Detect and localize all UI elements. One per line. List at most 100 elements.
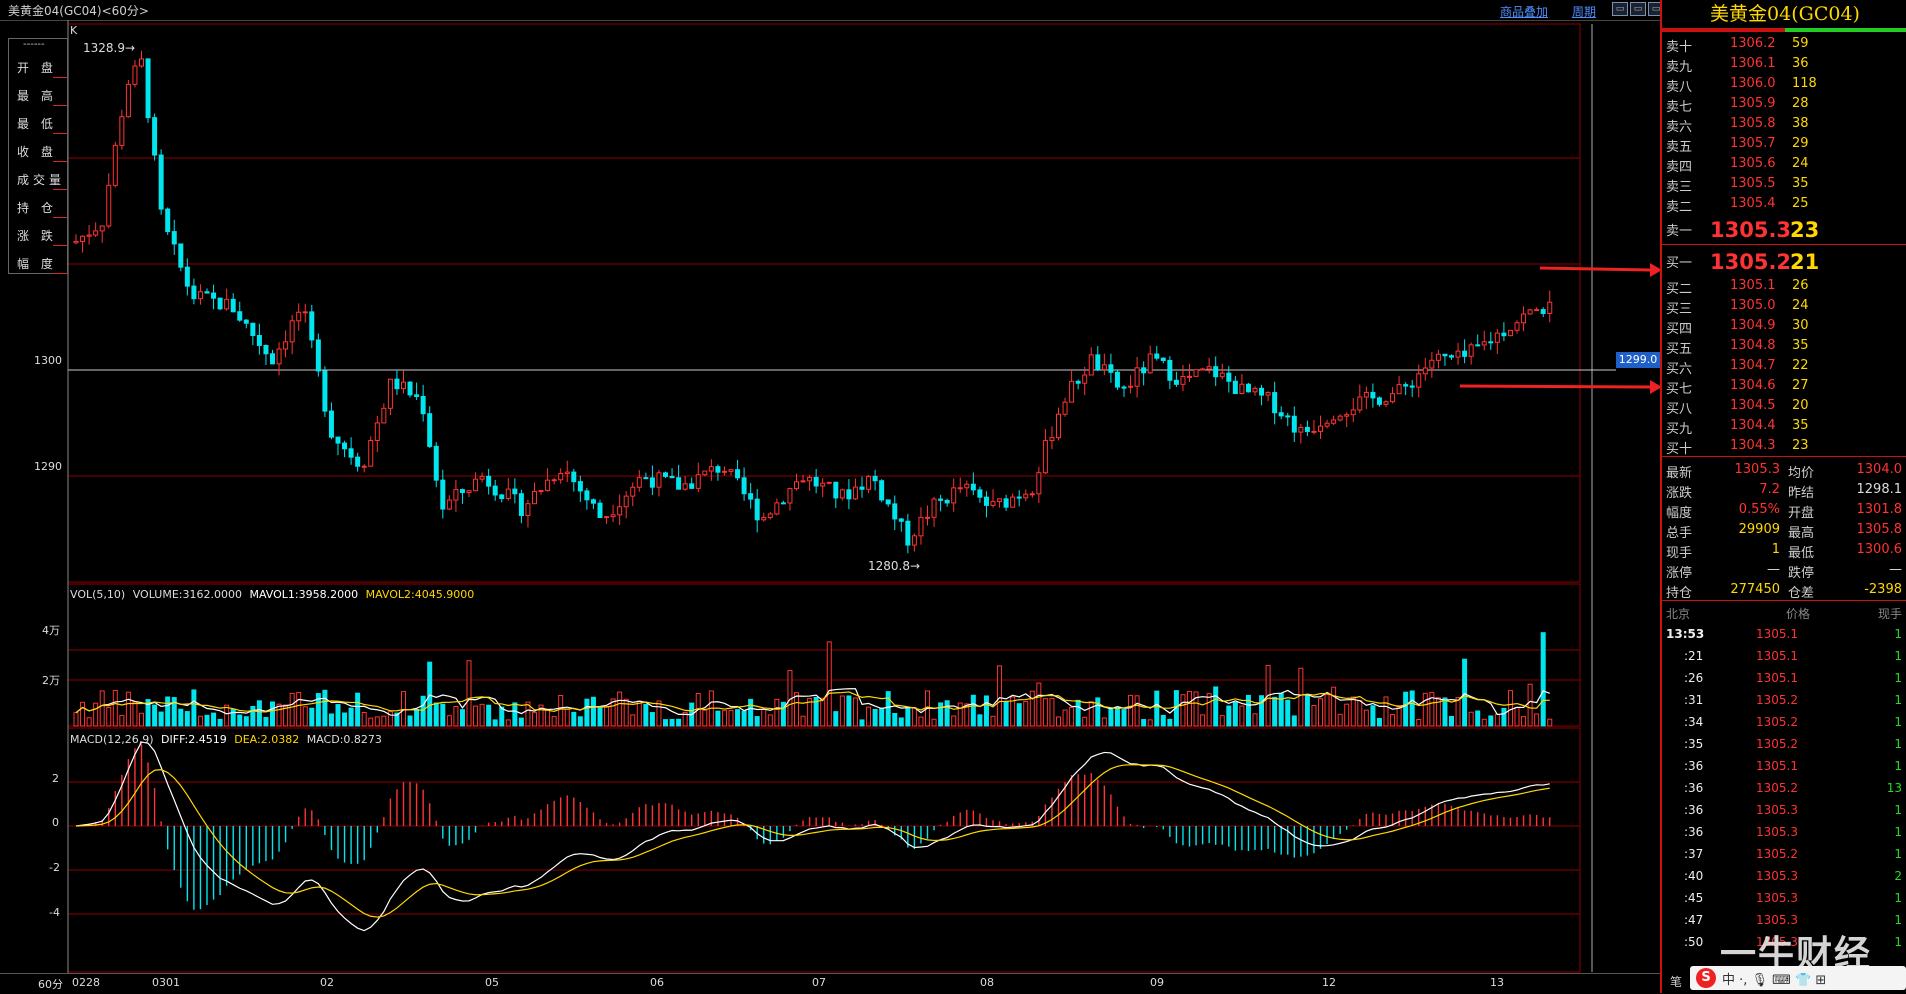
candle-body bbox=[73, 240, 79, 244]
level-label: 买九 bbox=[1666, 422, 1693, 437]
candle-body bbox=[289, 320, 295, 343]
candle-body bbox=[440, 479, 446, 510]
level-price: 1305.2 bbox=[1710, 250, 1792, 274]
bid-row[interactable]: 买八 1304.5 20 bbox=[1662, 396, 1906, 417]
candle-body bbox=[564, 471, 570, 475]
candle-body bbox=[1252, 387, 1258, 393]
ask-row[interactable]: 卖八 1306.0 118 bbox=[1662, 74, 1906, 95]
volume-bar bbox=[990, 715, 996, 727]
ask-row[interactable]: 卖三 1305.5 35 bbox=[1662, 174, 1906, 195]
ask-row[interactable]: 卖十 1306.2 59 bbox=[1662, 34, 1906, 55]
period-label[interactable]: 60分 bbox=[38, 976, 63, 992]
candle-body bbox=[1232, 380, 1238, 395]
volume-bar bbox=[459, 709, 465, 727]
bid-row[interactable]: 买五 1304.8 35 bbox=[1662, 336, 1906, 357]
volume-bar bbox=[1226, 705, 1232, 727]
volume-bar bbox=[1422, 692, 1428, 727]
candle-body bbox=[604, 516, 610, 519]
candle-body bbox=[368, 439, 374, 467]
macd-diff: DIFF:2.4519 bbox=[161, 733, 227, 746]
bid-row[interactable]: 买四 1304.9 30 bbox=[1662, 316, 1906, 337]
candle-body bbox=[1062, 401, 1068, 415]
tick-price: 1305.2 bbox=[1756, 847, 1798, 861]
level-volume: 38 bbox=[1792, 116, 1809, 131]
tick-row: :31 1305.2 1 bbox=[1662, 690, 1906, 712]
stat-label: 持仓 bbox=[1666, 586, 1693, 601]
level-price: 1304.3 bbox=[1730, 438, 1776, 453]
volume-bar bbox=[1075, 699, 1081, 727]
candle-body bbox=[833, 481, 839, 499]
volume-bar bbox=[276, 703, 282, 727]
volume-bar bbox=[1383, 696, 1389, 727]
volume-bar bbox=[852, 697, 858, 727]
stat-row: 最新 1305.3 均价 1304.0 bbox=[1662, 460, 1906, 481]
bid-row[interactable]: 买一 1305.2 21 bbox=[1662, 250, 1906, 274]
ime-logo-icon[interactable]: S bbox=[1696, 968, 1716, 988]
bid-row[interactable]: 买七 1304.6 27 bbox=[1662, 376, 1906, 397]
ime-controls[interactable]: 中 ·, 🎙 ⌨ 👕 ⊞ bbox=[1722, 969, 1826, 988]
time-axis-label: 0228 bbox=[72, 976, 100, 989]
info-row: 幅 度 bbox=[9, 249, 67, 277]
volume-bar bbox=[342, 712, 348, 727]
tick-price: 1305.3 bbox=[1756, 825, 1798, 839]
period-link[interactable]: 周期 bbox=[1572, 3, 1596, 20]
candle-body bbox=[918, 516, 924, 537]
volume-bar bbox=[1409, 690, 1415, 727]
ask-row[interactable]: 卖六 1305.8 38 bbox=[1662, 114, 1906, 135]
volume-bar bbox=[558, 694, 564, 727]
candle-body bbox=[1095, 354, 1101, 371]
tick-price: 1305.1 bbox=[1756, 759, 1798, 773]
layout-icon-2[interactable]: ▭ bbox=[1630, 2, 1646, 16]
volume-bar bbox=[1540, 632, 1546, 727]
candle-body bbox=[309, 311, 315, 341]
volume-bar bbox=[328, 713, 334, 727]
volume-bar bbox=[826, 641, 832, 727]
tick-qty: 1 bbox=[1894, 891, 1902, 905]
tick-price: 1305.1 bbox=[1756, 671, 1798, 685]
overlay-link[interactable]: 商品叠加 bbox=[1500, 3, 1548, 20]
candle-body bbox=[1180, 376, 1186, 385]
ask-row[interactable]: 卖五 1305.7 29 bbox=[1662, 134, 1906, 155]
candle-body bbox=[1206, 366, 1212, 370]
ask-row[interactable]: 卖四 1305.6 24 bbox=[1662, 154, 1906, 175]
level-price: 1304.5 bbox=[1730, 398, 1776, 413]
candle-body bbox=[977, 489, 983, 498]
candle-body bbox=[1318, 425, 1323, 432]
volume-bar bbox=[440, 703, 446, 727]
layout-icon-1[interactable]: ▭ bbox=[1612, 2, 1628, 16]
tick-time: :47 bbox=[1684, 913, 1704, 927]
tick-price: 1305.2 bbox=[1756, 715, 1798, 729]
tick-time: :45 bbox=[1684, 891, 1704, 905]
kline-chart[interactable]: K 1328.9→ 1280.8→ 1300 1290 4万 2万 2 0 -2… bbox=[0, 20, 1660, 973]
ask-row[interactable]: 卖九 1306.1 36 bbox=[1662, 54, 1906, 75]
ime-toolbar[interactable]: S 中 ·, 🎙 ⌨ 👕 ⊞ bbox=[1690, 966, 1906, 990]
volume-bar bbox=[1088, 701, 1094, 727]
volume-bar bbox=[676, 718, 682, 727]
info-row: 最 低 bbox=[9, 109, 67, 137]
candle-body bbox=[125, 83, 131, 118]
bid-row[interactable]: 买十 1304.3 23 bbox=[1662, 436, 1906, 457]
volume-bar bbox=[597, 705, 603, 727]
tick-time: :36 bbox=[1684, 825, 1704, 839]
info-underline bbox=[53, 161, 67, 162]
info-row: 涨 跌 bbox=[9, 221, 67, 249]
volume-bar bbox=[754, 716, 760, 727]
level-label: 买四 bbox=[1666, 322, 1693, 337]
candle-body bbox=[191, 285, 197, 300]
candle-body bbox=[715, 466, 721, 473]
bid-row[interactable]: 买六 1304.7 22 bbox=[1662, 356, 1906, 377]
bid-row[interactable]: 买九 1304.4 35 bbox=[1662, 416, 1906, 437]
ask-row[interactable]: 卖二 1305.4 25 bbox=[1662, 194, 1906, 215]
candle-body bbox=[1422, 367, 1428, 375]
bid-row[interactable]: 买二 1305.1 26 bbox=[1662, 276, 1906, 297]
bid-row[interactable]: 买三 1305.0 24 bbox=[1662, 296, 1906, 317]
volume-bar bbox=[1049, 697, 1055, 727]
candle-body bbox=[1003, 498, 1009, 508]
volume-bar bbox=[125, 691, 131, 727]
time-axis-label: 07 bbox=[812, 976, 826, 989]
volume-bar bbox=[571, 711, 577, 727]
stat-label: 涨跌 bbox=[1666, 486, 1693, 501]
ask-row[interactable]: 卖一 1305.3 23 bbox=[1662, 218, 1906, 242]
candle-body bbox=[165, 208, 171, 233]
ask-row[interactable]: 卖七 1305.9 28 bbox=[1662, 94, 1906, 115]
